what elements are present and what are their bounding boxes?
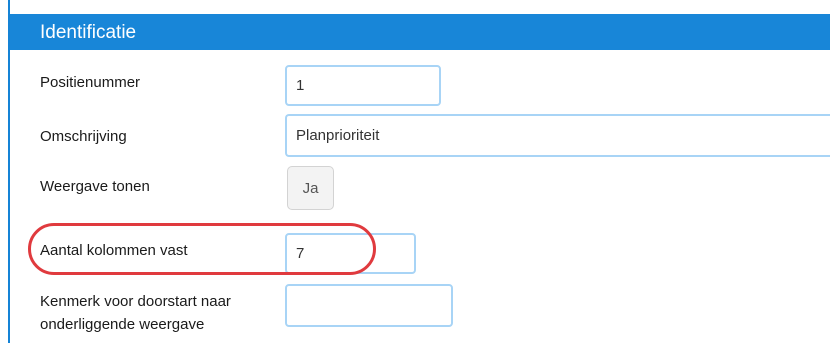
positienummer-input[interactable] bbox=[285, 65, 441, 106]
weergave-tonen-toggle[interactable]: Ja bbox=[287, 166, 334, 210]
kenmerk-doorstart-label-line1: Kenmerk voor doorstart naar bbox=[40, 293, 231, 310]
kenmerk-doorstart-label-line2: onderliggende weergave bbox=[40, 316, 205, 333]
section-title: Identificatie bbox=[40, 22, 137, 43]
aantal-kolommen-vast-label: Aantal kolommen vast bbox=[40, 242, 188, 259]
omschrijving-label: Omschrijving bbox=[40, 128, 127, 145]
positienummer-label: Positienummer bbox=[40, 74, 141, 91]
aantal-kolommen-vast-input[interactable] bbox=[285, 233, 416, 274]
weergave-tonen-label: Weergave tonen bbox=[40, 178, 150, 195]
section-header: Identificatie bbox=[10, 14, 830, 50]
omschrijving-input[interactable] bbox=[285, 114, 830, 157]
panel-left-border bbox=[8, 0, 10, 343]
kenmerk-doorstart-input[interactable] bbox=[285, 284, 453, 327]
